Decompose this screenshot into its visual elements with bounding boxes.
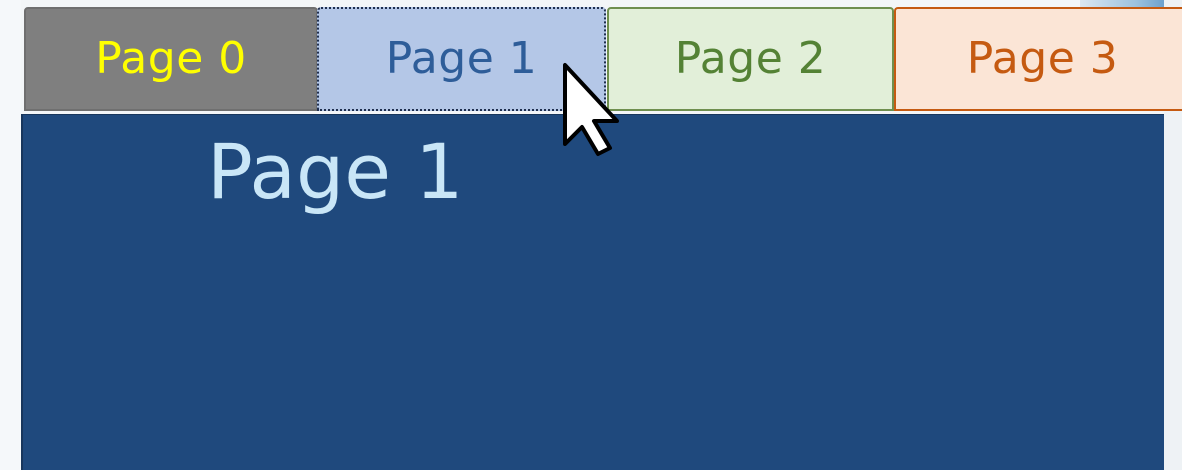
tab-label: Page 2 xyxy=(674,33,827,84)
left-margin xyxy=(0,0,21,470)
tab-content-panel xyxy=(21,114,1164,470)
tab-page-2[interactable]: Page 2 xyxy=(607,7,894,111)
page-heading: Page 1 xyxy=(207,127,464,216)
tab-label: Page 0 xyxy=(95,33,247,84)
app-window: Page 0 Page 1 Page 2 Page 3 Page 1 xyxy=(0,0,1182,470)
tab-label: Page 1 xyxy=(385,33,538,84)
arrow-pointer-icon xyxy=(563,63,619,156)
tab-page-3[interactable]: Page 3 xyxy=(894,7,1182,111)
tab-page-0[interactable]: Page 0 xyxy=(24,7,318,111)
tab-label: Page 3 xyxy=(966,33,1119,84)
